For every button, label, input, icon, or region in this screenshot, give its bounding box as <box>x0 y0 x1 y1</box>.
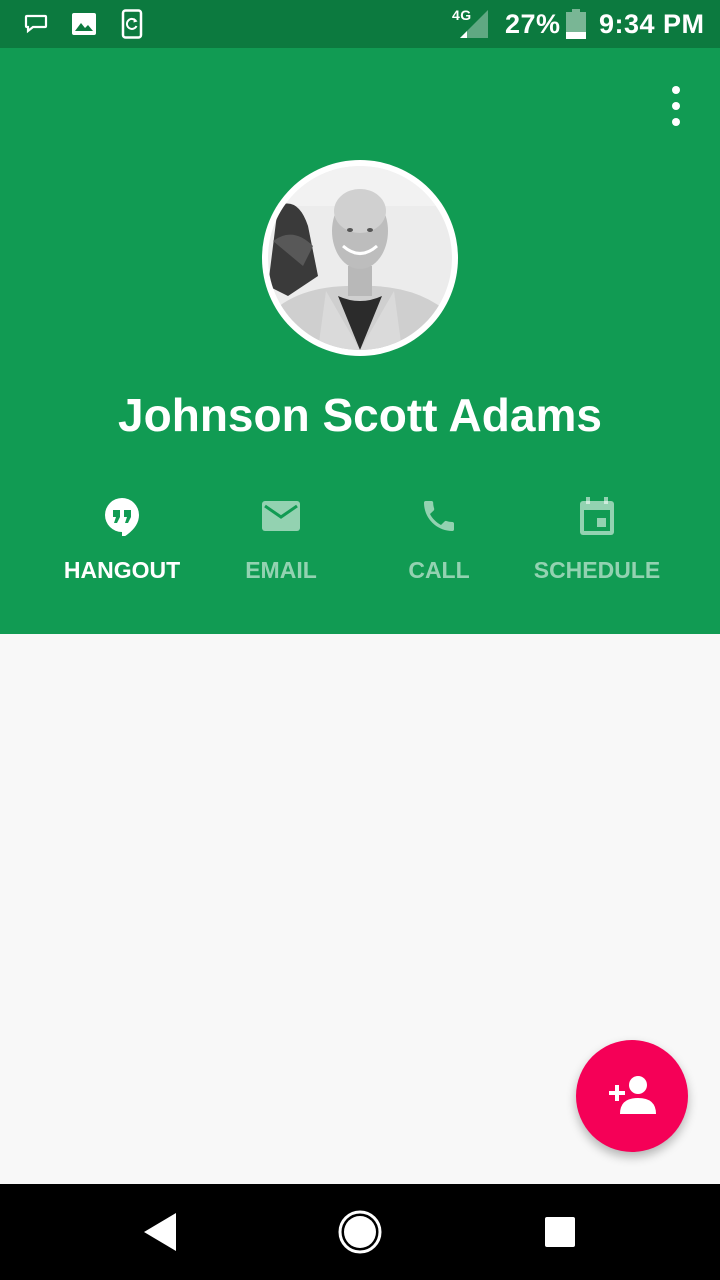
status-bar: 4G 27% 9:34 PM <box>0 0 720 48</box>
recents-icon[interactable] <box>545 1217 575 1247</box>
hangout-action[interactable]: HANGOUT <box>42 488 202 598</box>
sync-icon <box>121 9 143 39</box>
email-icon <box>262 501 300 531</box>
phone-icon <box>424 501 454 531</box>
contact-header: Johnson Scott Adams HANGOUT EMAIL CALL S… <box>0 48 720 634</box>
add-person-icon <box>609 1076 656 1114</box>
back-icon[interactable] <box>142 1212 178 1252</box>
calendar-icon <box>580 497 614 535</box>
navigation-bar <box>0 1184 720 1280</box>
call-label: CALL <box>408 557 470 583</box>
overflow-menu-button[interactable] <box>660 86 692 126</box>
image-icon <box>72 13 96 35</box>
call-action[interactable]: CALL <box>359 488 519 598</box>
add-contact-fab[interactable] <box>576 1040 688 1152</box>
avatar[interactable] <box>262 160 458 356</box>
more-vert-dot <box>672 118 680 126</box>
battery-icon <box>566 9 586 39</box>
contact-name: Johnson Scott Adams <box>118 389 602 441</box>
clock: 9:34 PM <box>599 9 705 39</box>
home-icon[interactable] <box>337 1209 383 1255</box>
hangout-label: HANGOUT <box>63 557 181 583</box>
more-vert-dot <box>672 102 680 110</box>
schedule-action[interactable]: SCHEDULE <box>517 488 677 598</box>
more-vert-icon <box>672 86 680 94</box>
battery-percent: 27% <box>505 9 561 39</box>
signal-icon <box>460 10 488 38</box>
email-action[interactable]: EMAIL <box>201 488 361 598</box>
avatar-photo <box>268 166 452 350</box>
email-label: EMAIL <box>245 557 317 583</box>
message-icon <box>24 14 48 34</box>
schedule-label: SCHEDULE <box>533 557 661 583</box>
hangouts-icon <box>105 498 139 536</box>
